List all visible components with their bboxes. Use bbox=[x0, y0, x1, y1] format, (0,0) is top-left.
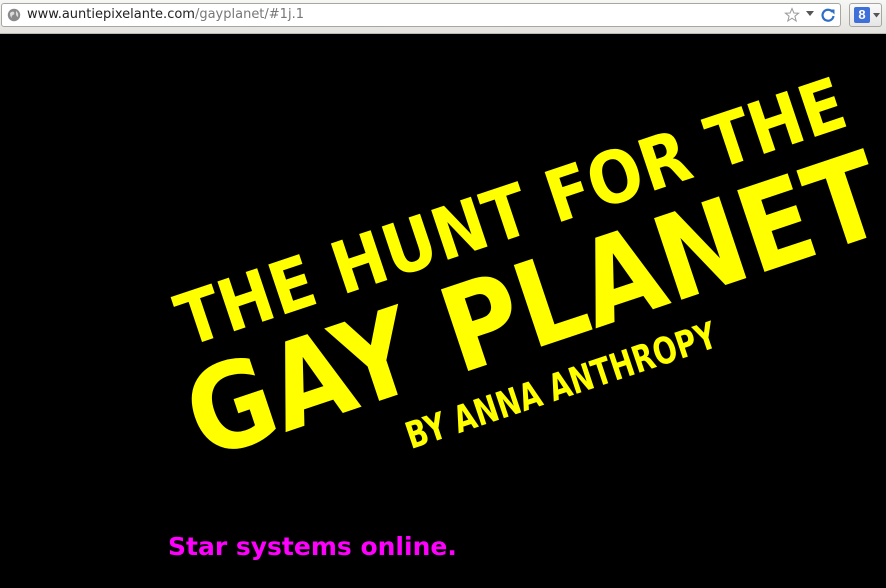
game-title-art: THE HUNT FOR THE GAY PLANET BY ANNA ANTH… bbox=[166, 61, 886, 486]
google-icon: 8 bbox=[854, 7, 870, 23]
reload-icon[interactable] bbox=[820, 7, 836, 23]
bookmark-star-icon[interactable] bbox=[784, 7, 800, 23]
url-text[interactable]: www.auntiepixelante.com/gayplanet/#1j.1 bbox=[27, 7, 304, 23]
url-path: /gayplanet/#1j.1 bbox=[194, 7, 304, 22]
chevron-down-icon bbox=[873, 13, 880, 18]
status-message: Star systems online. bbox=[168, 532, 457, 561]
url-host: www.auntiepixelante.com bbox=[27, 7, 195, 22]
globe-icon bbox=[7, 8, 21, 22]
browser-toolbar: www.auntiepixelante.com/gayplanet/#1j.1 … bbox=[0, 0, 886, 34]
address-bar[interactable]: www.auntiepixelante.com/gayplanet/#1j.1 bbox=[1, 3, 841, 27]
chevron-down-icon[interactable] bbox=[806, 11, 814, 17]
search-provider-button[interactable]: 8 bbox=[849, 3, 882, 27]
